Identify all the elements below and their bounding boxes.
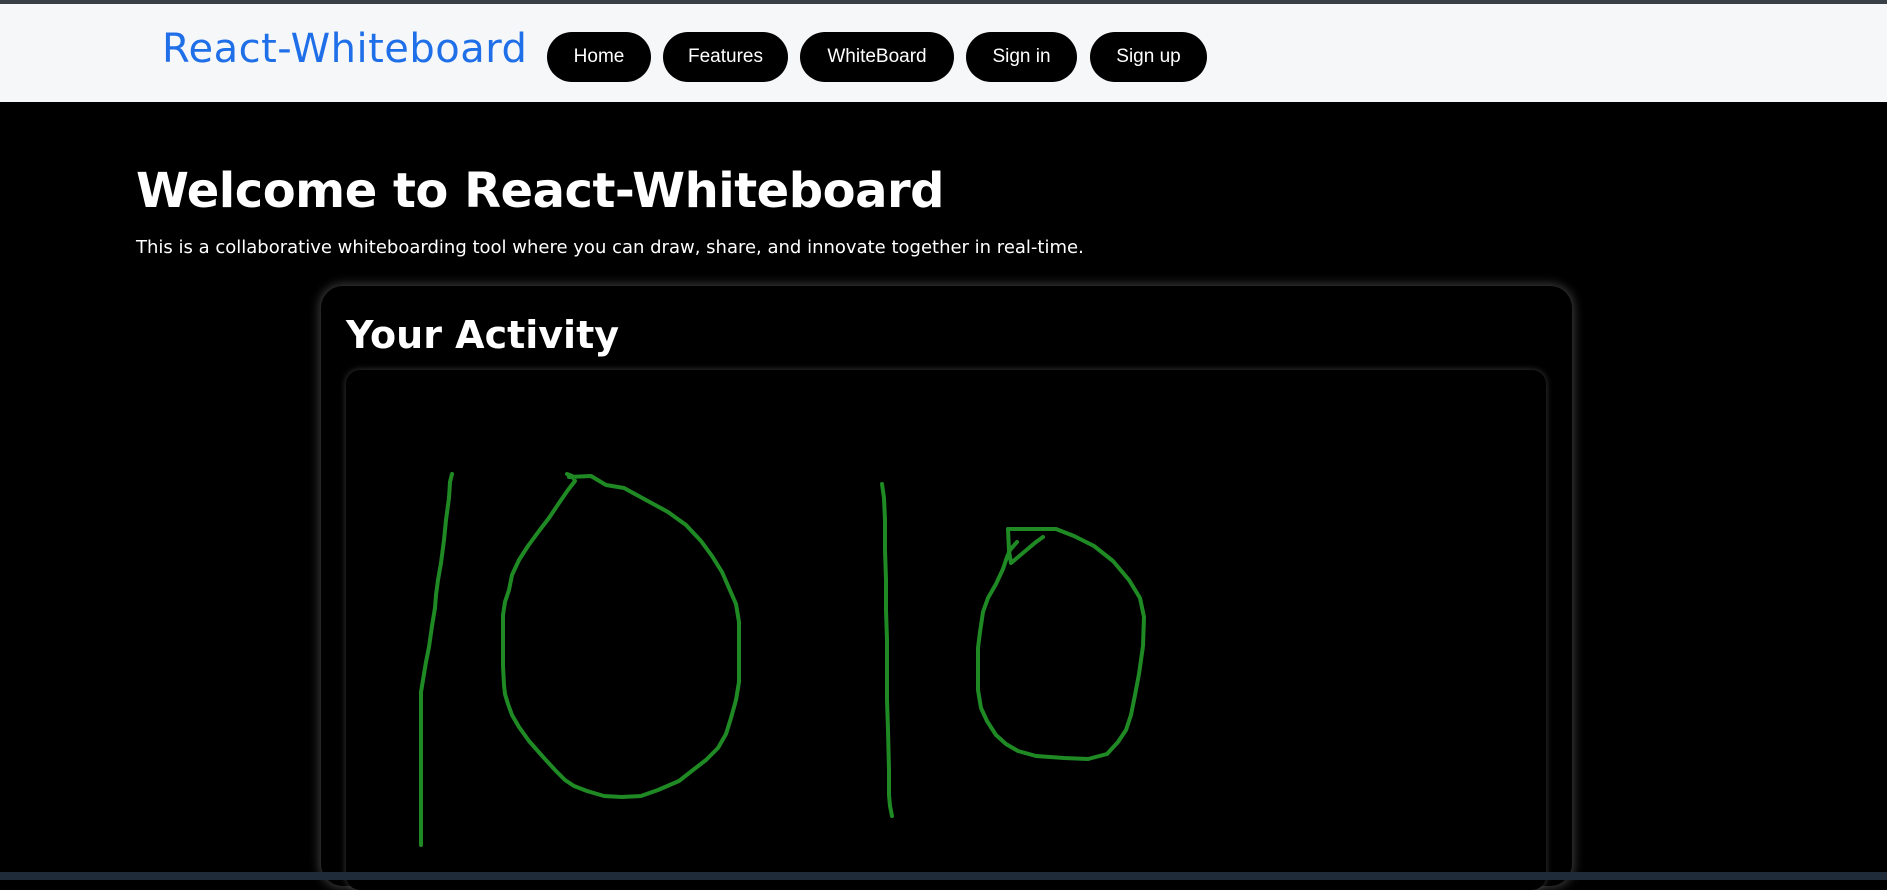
activity-title: Your Activity <box>346 313 620 357</box>
whiteboard-canvas[interactable] <box>346 370 1546 890</box>
drawn-stroke-4 <box>976 527 1146 761</box>
nav-features-button[interactable]: Features <box>663 32 788 82</box>
drawn-stroke-2 <box>501 472 741 799</box>
navbar: React-Whiteboard Home Features WhiteBoar… <box>0 4 1887 102</box>
nav-signin-button[interactable]: Sign in <box>966 32 1077 82</box>
drawn-stroke-3 <box>880 482 894 818</box>
nav-signup-button[interactable]: Sign up <box>1090 32 1207 82</box>
nav-whiteboard-button[interactable]: WhiteBoard <box>800 32 954 82</box>
nav-home-button[interactable]: Home <box>547 32 651 82</box>
page-subtitle: This is a collaborative whiteboarding to… <box>136 237 1084 258</box>
brand-logo[interactable]: React-Whiteboard <box>162 26 527 72</box>
drawn-stroke-1 <box>419 472 454 847</box>
page-title: Welcome to React-Whiteboard <box>136 163 944 219</box>
taskbar-strip <box>0 872 1887 880</box>
drawing-surface <box>419 472 1146 847</box>
